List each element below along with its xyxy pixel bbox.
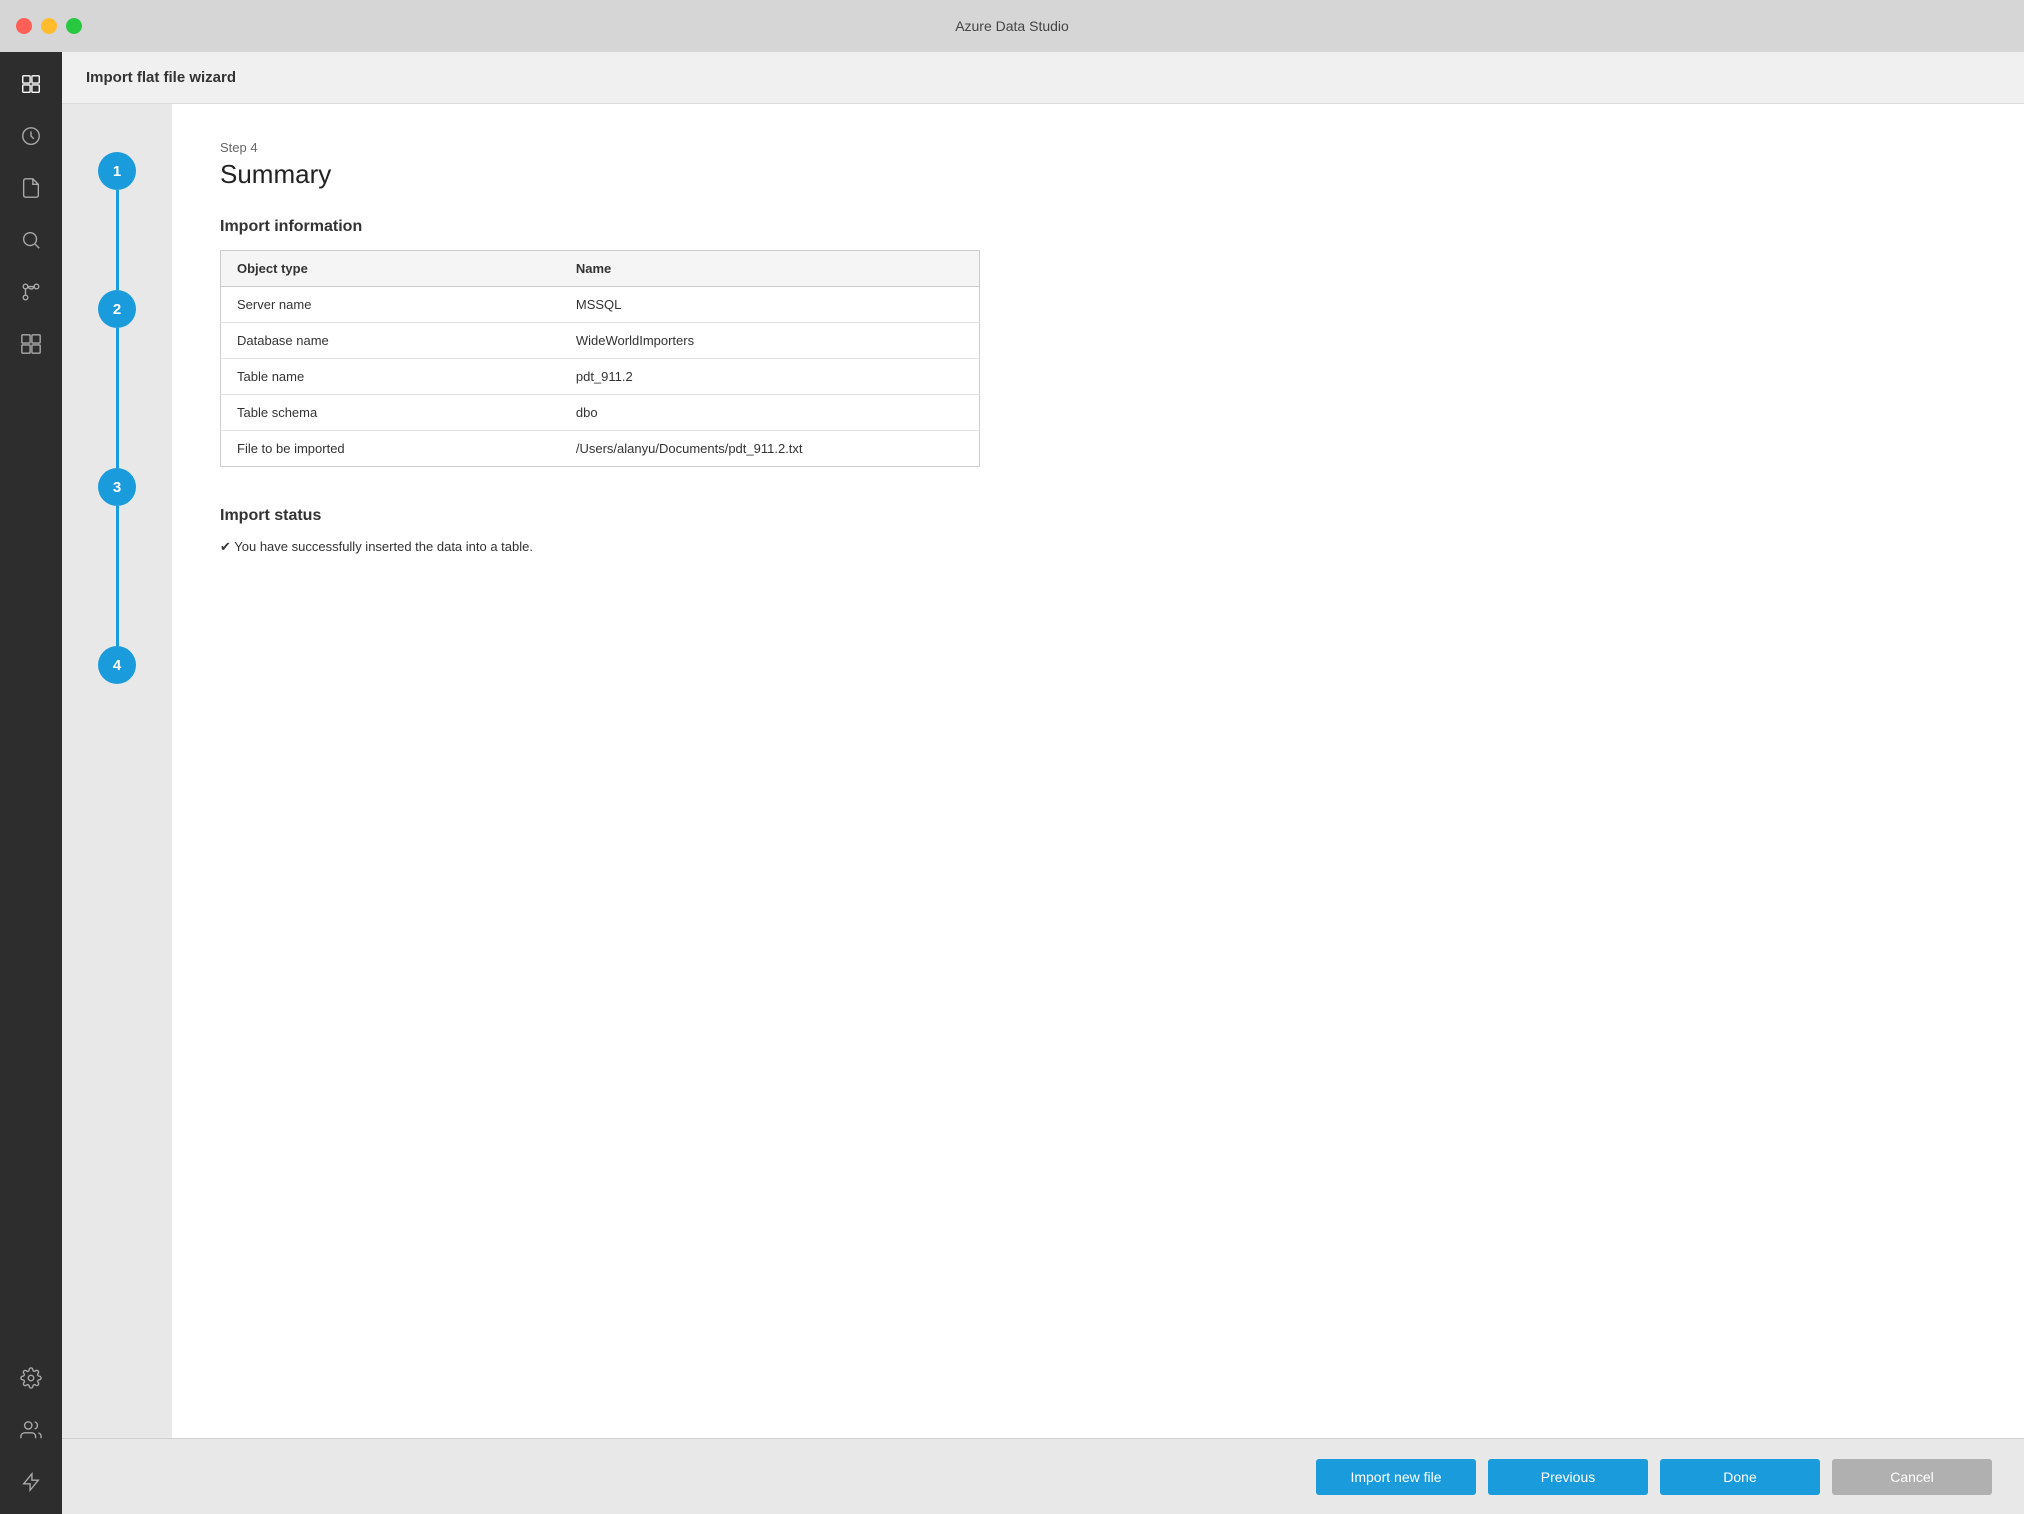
row-1-label: Database name [221,323,560,359]
import-info-table: Object type Name Server name MSSQL Datab… [220,250,980,467]
row-3-value: dbo [560,395,980,431]
minimize-button[interactable] [41,18,57,34]
row-2-label: Table name [221,359,560,395]
import-status-message: ✔ You have successfully inserted the dat… [220,539,1976,555]
col-header-name: Name [560,251,980,287]
step-4: 4 [98,646,136,684]
row-4-label: File to be imported [221,431,560,467]
table-row: File to be imported /Users/alanyu/Docume… [221,431,980,467]
table-row: Database name WideWorldImporters [221,323,980,359]
sidebar-item-settings[interactable] [9,1356,53,1400]
table-row: Table schema dbo [221,395,980,431]
row-4-value: /Users/alanyu/Documents/pdt_911.2.txt [560,431,980,467]
wizard-body: 1 2 3 4 Step 4 Summary [62,104,2024,1438]
steps-panel: 1 2 3 4 [62,104,172,1438]
row-2-value: pdt_911.2 [560,359,980,395]
step-3-line [116,506,119,646]
sidebar-item-search[interactable] [9,218,53,262]
step-2-circle: 2 [98,290,136,328]
step-2: 2 [98,290,136,468]
sidebar-item-history[interactable] [9,114,53,158]
import-info-title: Import information [220,218,1976,236]
row-3-label: Table schema [221,395,560,431]
table-header-row: Object type Name [221,251,980,287]
window-controls [16,18,82,34]
content-area: Import flat file wizard 1 2 3 4 [62,52,2024,1514]
app-title: Azure Data Studio [955,18,1069,34]
sidebar-item-git[interactable] [9,270,53,314]
step-1-circle: 1 [98,152,136,190]
import-status-title: Import status [220,507,1976,525]
step-1: 1 [98,152,136,290]
wizard-title: Import flat file wizard [86,69,236,86]
app-body: Import flat file wizard 1 2 3 4 [0,52,2024,1514]
topbar: Import flat file wizard [62,52,2024,104]
step-1-line [116,190,119,290]
row-0-value: MSSQL [560,287,980,323]
step-2-line [116,328,119,468]
sidebar [0,52,62,1514]
row-0-label: Server name [221,287,560,323]
step-3-circle: 3 [98,468,136,506]
table-row: Server name MSSQL [221,287,980,323]
sidebar-item-dashboard[interactable] [9,62,53,106]
previous-button[interactable]: Previous [1488,1459,1648,1495]
step-title: Summary [220,159,1976,190]
step-label: Step 4 [220,140,1976,155]
step-4-circle: 4 [98,646,136,684]
sidebar-item-extensions[interactable] [9,322,53,366]
row-1-value: WideWorldImporters [560,323,980,359]
sidebar-item-file[interactable] [9,166,53,210]
import-new-file-button[interactable]: Import new file [1316,1459,1476,1495]
sidebar-item-remote[interactable] [9,1460,53,1504]
action-bar: Import new file Previous Done Cancel [62,1438,2024,1514]
done-button[interactable]: Done [1660,1459,1820,1495]
titlebar: Azure Data Studio [0,0,2024,52]
table-row: Table name pdt_911.2 [221,359,980,395]
wizard-main-content: Step 4 Summary Import information Object… [172,104,2024,1438]
step-3: 3 [98,468,136,646]
col-header-object-type: Object type [221,251,560,287]
maximize-button[interactable] [66,18,82,34]
sidebar-bottom [9,1356,53,1514]
close-button[interactable] [16,18,32,34]
sidebar-item-account[interactable] [9,1408,53,1452]
import-status-section: Import status ✔ You have successfully in… [220,507,1976,555]
cancel-button[interactable]: Cancel [1832,1459,1992,1495]
